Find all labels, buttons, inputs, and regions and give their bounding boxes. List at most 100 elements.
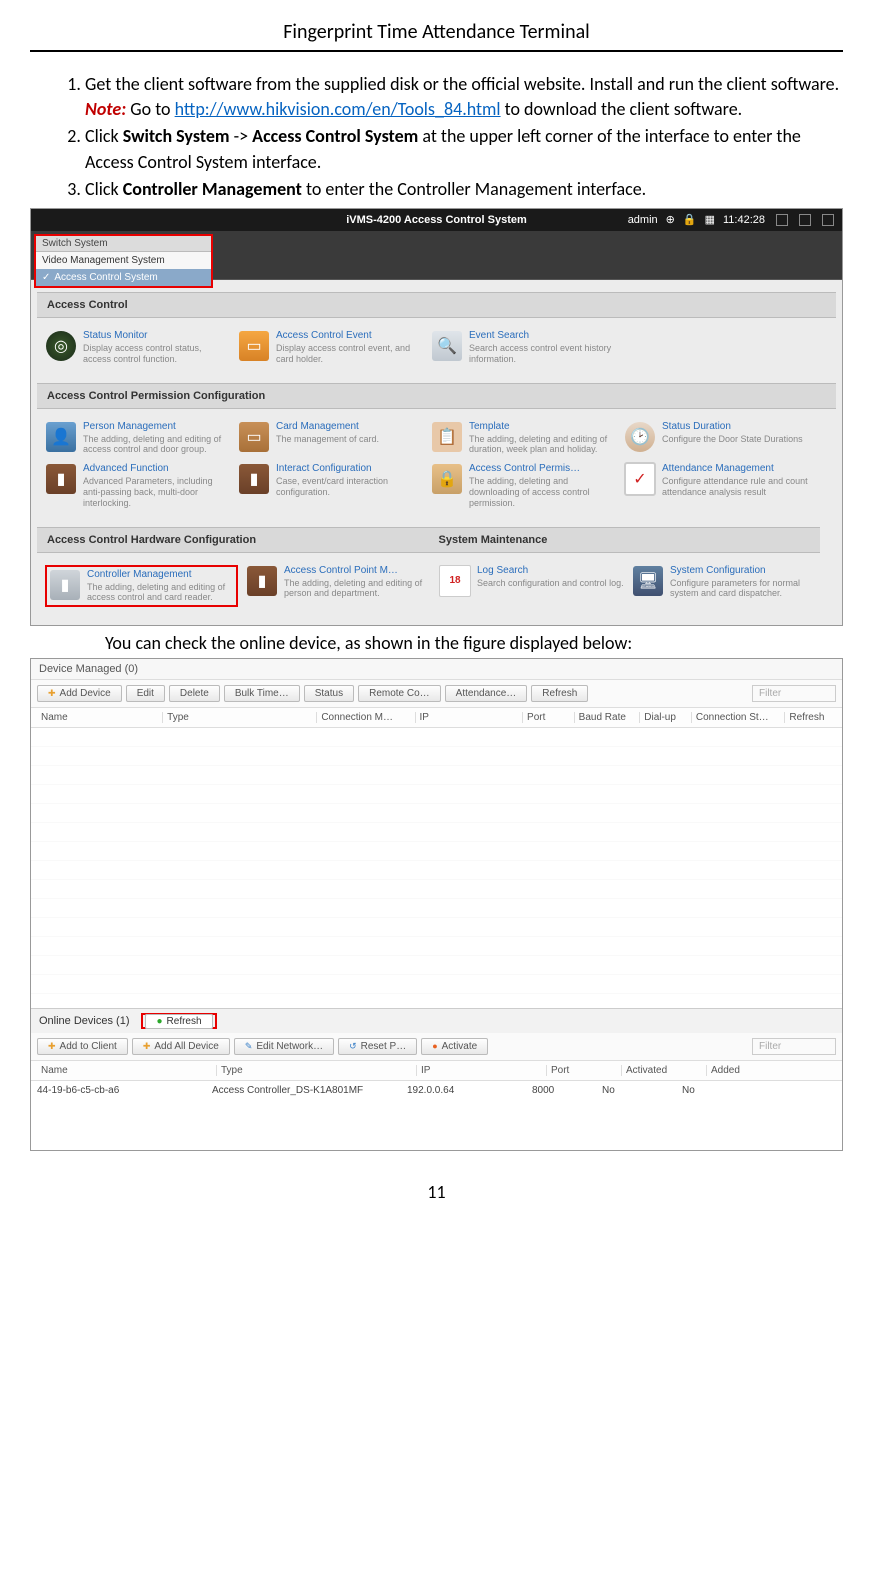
switch-system-label[interactable]: Switch System bbox=[36, 236, 211, 252]
delete-button[interactable]: Delete bbox=[169, 685, 220, 702]
note-pre: Go to bbox=[126, 98, 174, 120]
col2-ip[interactable]: IP bbox=[416, 1065, 546, 1076]
online-device-row[interactable]: 44-19-b6-c5-cb-a6 Access Controller_DS-K… bbox=[31, 1081, 842, 1100]
tile-advanced[interactable]: ▮Advanced FunctionAdvanced Parameters, i… bbox=[45, 463, 230, 508]
note-label: Note: bbox=[85, 98, 126, 120]
row-activated: No bbox=[602, 1085, 682, 1096]
door-icon: ▮ bbox=[239, 464, 269, 494]
col-conn[interactable]: Connection M… bbox=[316, 712, 414, 723]
lock-icon[interactable]: 🔒 bbox=[683, 213, 697, 226]
refresh-highlight: Refresh bbox=[141, 1013, 216, 1029]
tile-desc: Configure parameters for normal system a… bbox=[670, 578, 817, 600]
refresh-button[interactable]: Refresh bbox=[531, 685, 588, 702]
tile-attendance[interactable]: ✓ Attendance Management Configure attendan… bbox=[624, 463, 809, 508]
col2-name[interactable]: Name bbox=[37, 1065, 216, 1076]
maximize-icon[interactable] bbox=[799, 214, 811, 226]
tile-interact[interactable]: ▮Interact ConfigurationCase, event/card … bbox=[238, 463, 423, 508]
clock-label: 11:42:28 bbox=[723, 214, 765, 226]
col-ip[interactable]: IP bbox=[415, 712, 523, 723]
tile-event-search[interactable]: 🔍Event SearchSearch access control event… bbox=[431, 330, 616, 365]
col-dial[interactable]: Dial-up bbox=[639, 712, 691, 723]
tile-desc: The adding, deleting and editing of dura… bbox=[469, 434, 616, 456]
tile-system-config[interactable]: 🖥System ConfigurationConfigure parameter… bbox=[632, 565, 817, 608]
bulk-time-button[interactable]: Bulk Time… bbox=[224, 685, 300, 702]
device-toolbar: Add Device Edit Delete Bulk Time… Status… bbox=[31, 680, 842, 708]
tile-card-mgmt[interactable]: ▭Card ManagementThe management of card. bbox=[238, 421, 423, 456]
tile-status-duration[interactable]: 🕑Status DurationConfigure the Door State… bbox=[624, 421, 809, 456]
add-device-button[interactable]: Add Device bbox=[37, 685, 122, 702]
edit-button[interactable]: Edit bbox=[126, 685, 165, 702]
col-baud[interactable]: Baud Rate bbox=[574, 712, 640, 723]
check-icon: ✓ bbox=[624, 462, 656, 496]
add-to-client-button[interactable]: Add to Client bbox=[37, 1038, 128, 1055]
edit-network-button[interactable]: Edit Network… bbox=[234, 1038, 334, 1055]
tile-desc: Configure attendance rule and count atte… bbox=[662, 476, 809, 498]
steps-list: Get the client software from the supplie… bbox=[30, 72, 843, 202]
tile-desc: The adding, deleting and downloading of … bbox=[469, 476, 616, 508]
door-icon: ▮ bbox=[46, 464, 76, 494]
device-columns: Name Type Connection M… IP Port Baud Rat… bbox=[31, 708, 842, 728]
section-access-control: Access Control bbox=[37, 292, 836, 318]
clock-icon: 🕑 bbox=[625, 422, 655, 452]
row-type: Access Controller_DS-K1A801MF bbox=[212, 1085, 407, 1096]
add-all-device-button[interactable]: Add All Device bbox=[132, 1038, 230, 1055]
online-refresh-button[interactable]: Refresh bbox=[145, 1014, 212, 1029]
attendance-button[interactable]: Attendance… bbox=[445, 685, 528, 702]
device-table-empty bbox=[31, 728, 842, 1008]
device-managed-title: Device Managed (0) bbox=[31, 659, 842, 680]
dropdown-access-control[interactable]: ✓Access Control System bbox=[36, 269, 211, 286]
tile-title: System Configuration bbox=[670, 565, 817, 576]
reset-button[interactable]: Reset P… bbox=[338, 1038, 417, 1055]
remote-button[interactable]: Remote Co… bbox=[358, 685, 441, 702]
online-devices-bar: Online Devices (1) Refresh bbox=[31, 1008, 842, 1033]
tile-ac-point[interactable]: ▮Access Control Point M…The adding, dele… bbox=[246, 565, 431, 608]
tile-title: Controller Management bbox=[87, 569, 234, 580]
col-name[interactable]: Name bbox=[37, 712, 162, 723]
col2-port[interactable]: Port bbox=[546, 1065, 621, 1076]
col-port[interactable]: Port bbox=[522, 712, 574, 723]
tile-status-monitor[interactable]: ◎Status MonitorDisplay access control st… bbox=[45, 330, 230, 365]
dropdown-video-mgmt[interactable]: Video Management System bbox=[36, 252, 211, 269]
col2-activated[interactable]: Activated bbox=[621, 1065, 706, 1076]
online-filter-input[interactable]: Filter bbox=[752, 1038, 836, 1055]
tile-title: Attendance Management bbox=[662, 463, 809, 474]
tile-controller-mgmt[interactable]: ▮Controller ManagementThe adding, deleti… bbox=[45, 565, 238, 608]
tile-title: Log Search bbox=[477, 565, 624, 576]
s2b: Switch System bbox=[123, 125, 230, 147]
tile-ac-permission[interactable]: 🔒Access Control Permis…The adding, delet… bbox=[431, 463, 616, 508]
filter-input[interactable]: Filter bbox=[752, 685, 836, 702]
folder-icon: ▭ bbox=[239, 331, 269, 361]
download-link[interactable]: http://www.hikvision.com/en/Tools_84.htm… bbox=[175, 98, 501, 120]
screenshot-device-managed: Device Managed (0) Add Device Edit Delet… bbox=[30, 658, 843, 1151]
tile-ac-event[interactable]: ▭Access Control EventDisplay access cont… bbox=[238, 330, 423, 365]
clipboard-icon: 📋 bbox=[432, 422, 462, 452]
online-devices-label: Online Devices (1) bbox=[39, 1015, 129, 1027]
step-1-text: Get the client software from the supplie… bbox=[85, 73, 839, 95]
status-button[interactable]: Status bbox=[304, 685, 354, 702]
col-cstat[interactable]: Connection St… bbox=[691, 712, 785, 723]
section-hardware-config: Access Control Hardware Configuration bbox=[37, 527, 429, 553]
s3a: Click bbox=[85, 178, 123, 200]
tile-desc: Search configuration and control log. bbox=[477, 578, 624, 589]
col-refresh[interactable]: Refresh bbox=[784, 712, 836, 723]
page-number: 11 bbox=[30, 1181, 843, 1203]
tile-desc: Case, event/card interaction configurati… bbox=[276, 476, 423, 498]
minimize-icon[interactable] bbox=[776, 214, 788, 226]
col-type[interactable]: Type bbox=[162, 712, 316, 723]
tile-desc: Search access control event history info… bbox=[469, 343, 616, 365]
tile-template[interactable]: 📋TemplateThe adding, deleting and editin… bbox=[431, 421, 616, 456]
col2-type[interactable]: Type bbox=[216, 1065, 416, 1076]
col2-added[interactable]: Added bbox=[706, 1065, 791, 1076]
step-3: Click Controller Management to enter the… bbox=[85, 177, 843, 202]
grid-icon[interactable]: ▦ bbox=[705, 213, 715, 226]
tile-log-search[interactable]: 18Log SearchSearch configuration and con… bbox=[439, 565, 624, 608]
activate-button[interactable]: Activate bbox=[421, 1038, 488, 1055]
globe-icon[interactable]: ⊕ bbox=[666, 213, 675, 226]
s3b: Controller Management bbox=[123, 178, 302, 200]
tile-person-mgmt[interactable]: 👤Person ManagementThe adding, deleting a… bbox=[45, 421, 230, 456]
step-2: Click Switch System -> Access Control Sy… bbox=[85, 124, 843, 174]
section-system-maintenance: System Maintenance bbox=[429, 527, 821, 553]
switch-system-dropdown[interactable]: Switch System Video Management System ✓A… bbox=[34, 234, 213, 288]
row-added: No bbox=[682, 1085, 762, 1096]
close-icon[interactable] bbox=[822, 214, 834, 226]
